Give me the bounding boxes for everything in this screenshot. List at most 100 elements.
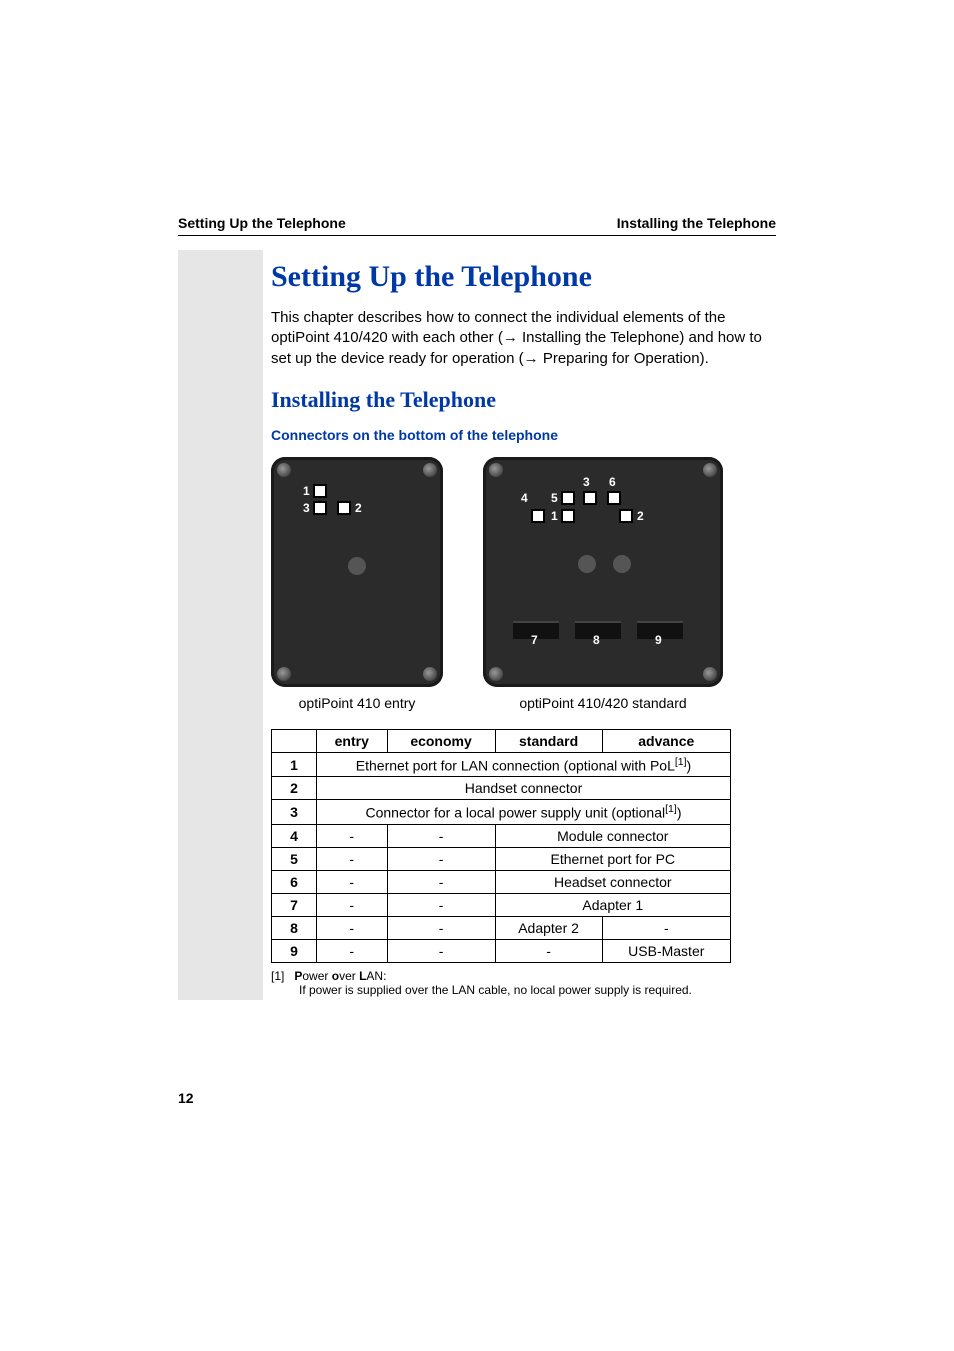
cell-num: 5	[272, 848, 317, 871]
th-advance: advance	[602, 729, 730, 752]
cell-economy: -	[387, 894, 495, 917]
figure-row: 1 3 2 optiPoint 410 entry 3 6	[271, 457, 776, 711]
port-3b	[583, 491, 597, 505]
cell-economy: -	[387, 940, 495, 963]
footnote-marker: [1]	[271, 969, 284, 983]
cell-economy: -	[387, 848, 495, 871]
th-blank	[272, 729, 317, 752]
cell-std-adv: Adapter 1	[495, 894, 730, 917]
table-row: 1 Ethernet port for LAN connection (opti…	[272, 752, 731, 777]
margin-band	[178, 250, 263, 1000]
cell-standard: Adapter 2	[495, 917, 602, 940]
heading-setting-up: Setting Up the Telephone	[271, 260, 776, 294]
cell-std-adv: Ethernet port for PC	[495, 848, 730, 871]
slot-label-8: 8	[593, 633, 600, 647]
port-label-3: 3	[583, 475, 590, 489]
cell-num: 6	[272, 871, 317, 894]
cell-economy: -	[387, 871, 495, 894]
port-label-1: 1	[303, 484, 310, 498]
footnote-line2: If power is supplied over the LAN cable,…	[271, 983, 776, 997]
cell-num: 9	[272, 940, 317, 963]
cell-standard: -	[495, 940, 602, 963]
port-1	[313, 484, 327, 498]
cell-num: 3	[272, 800, 317, 825]
cell-num: 7	[272, 894, 317, 917]
cell-entry: -	[317, 848, 388, 871]
cell-entry: -	[317, 825, 388, 848]
footnote-text: ver	[339, 969, 359, 983]
port-2	[337, 501, 351, 515]
cell-entry: -	[317, 894, 388, 917]
cell-num: 4	[272, 825, 317, 848]
cell-entry: -	[317, 917, 388, 940]
table-row: 4 - - Module connector	[272, 825, 731, 848]
caption-standard: optiPoint 410/420 standard	[519, 695, 686, 711]
port-label-6: 6	[609, 475, 616, 489]
figure-standard: 3 6 4 5 1 2 7 8	[483, 457, 723, 711]
cell-text-tail: )	[687, 757, 692, 773]
port-label-2: 2	[637, 509, 644, 523]
table-row: 5 - - Ethernet port for PC	[272, 848, 731, 871]
port-2b	[619, 509, 633, 523]
content-area: Setting Up the Telephone This chapter de…	[271, 250, 776, 997]
port-4	[531, 509, 545, 523]
figure-entry: 1 3 2 optiPoint 410 entry	[271, 457, 443, 711]
intro-text-c: Preparing for Operation).	[539, 350, 709, 367]
th-economy: economy	[387, 729, 495, 752]
port-6	[607, 491, 621, 505]
cell-desc: Ethernet port for LAN connection (option…	[317, 752, 731, 777]
cell-economy: -	[387, 917, 495, 940]
page: Setting Up the Telephone Installing the …	[0, 0, 954, 1351]
cell-economy: -	[387, 825, 495, 848]
phone-entry-diagram: 1 3 2	[271, 457, 443, 687]
cell-desc: Handset connector	[317, 777, 731, 800]
cell-desc: Connector for a local power supply unit …	[317, 800, 731, 825]
footnote-bold-o: o	[332, 969, 339, 983]
th-standard: standard	[495, 729, 602, 752]
slot-label-7: 7	[531, 633, 538, 647]
slot-label-9: 9	[655, 633, 662, 647]
port-label-4: 4	[521, 491, 528, 505]
cell-num: 8	[272, 917, 317, 940]
table-row: 9 - - - USB-Master	[272, 940, 731, 963]
footnote: [1] Power over LAN: If power is supplied…	[271, 969, 776, 997]
table-row: 3 Connector for a local power supply uni…	[272, 800, 731, 825]
cell-num: 2	[272, 777, 317, 800]
caption-entry: optiPoint 410 entry	[299, 695, 416, 711]
port-3	[313, 501, 327, 515]
table-row: 2 Handset connector	[272, 777, 731, 800]
port-label-1: 1	[551, 509, 558, 523]
footnote-ref: [1]	[665, 803, 677, 815]
page-number: 12	[178, 1090, 194, 1106]
cell-text: Connector for a local power supply unit …	[366, 805, 666, 821]
cell-text: Ethernet port for LAN connection (option…	[356, 757, 675, 773]
cell-text-tail: )	[677, 805, 682, 821]
cell-std-adv: Headset connector	[495, 871, 730, 894]
phone-standard-diagram: 3 6 4 5 1 2 7 8	[483, 457, 723, 687]
cell-num: 1	[272, 752, 317, 777]
heading-connectors: Connectors on the bottom of the telephon…	[271, 427, 776, 443]
table-row: 8 - - Adapter 2 -	[272, 917, 731, 940]
table-row: 7 - - Adapter 1	[272, 894, 731, 917]
heading-installing: Installing the Telephone	[271, 387, 776, 413]
header-left: Setting Up the Telephone	[178, 215, 346, 231]
cell-entry: -	[317, 871, 388, 894]
intro-paragraph: This chapter describes how to connect th…	[271, 308, 776, 369]
page-header: Setting Up the Telephone Installing the …	[178, 215, 776, 236]
arrow-icon: →	[524, 350, 539, 367]
cell-advance: USB-Master	[602, 940, 730, 963]
header-right: Installing the Telephone	[617, 215, 776, 231]
port-label-3: 3	[303, 501, 310, 515]
cell-std-adv: Module connector	[495, 825, 730, 848]
footnote-text: AN:	[366, 969, 386, 983]
port-label-2: 2	[355, 501, 362, 515]
port-label-5: 5	[551, 491, 558, 505]
port-5	[561, 491, 575, 505]
table-header-row: entry economy standard advance	[272, 729, 731, 752]
cell-advance: -	[602, 917, 730, 940]
arrow-icon: →	[503, 329, 518, 346]
footnote-text: ower	[302, 969, 331, 983]
footnote-ref: [1]	[675, 756, 687, 768]
connectors-table: entry economy standard advance 1 Etherne…	[271, 729, 731, 963]
cell-entry: -	[317, 940, 388, 963]
